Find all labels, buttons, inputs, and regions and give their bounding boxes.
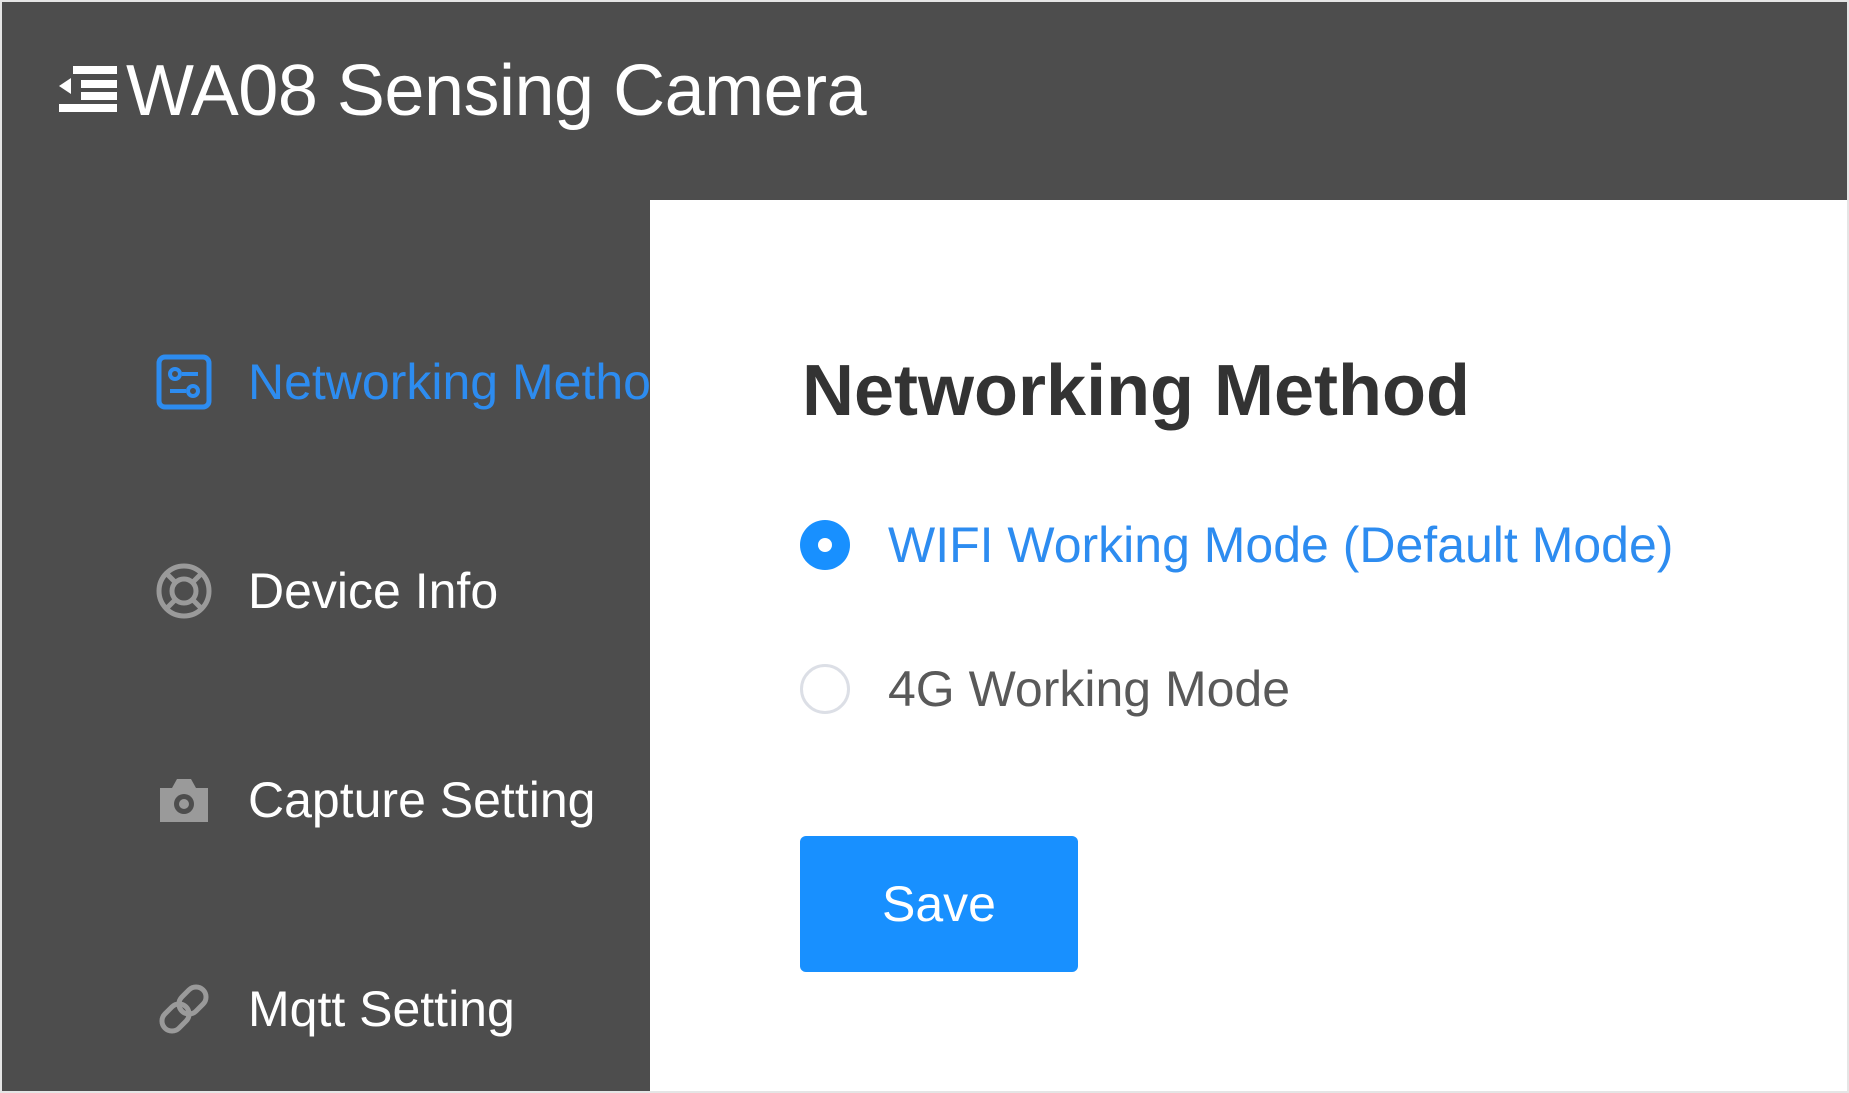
sidebar-item-label: Networking Method (248, 354, 650, 410)
radio-button-unchecked[interactable] (800, 664, 850, 714)
radio-option-4g[interactable]: 4G Working Mode (800, 654, 1290, 724)
settings-panel-icon (152, 350, 216, 414)
radio-option-wifi[interactable]: WIFI Working Mode (Default Mode) (800, 510, 1673, 580)
top-header: WA08 Sensing Camera (2, 2, 1847, 200)
app-title: WA08 Sensing Camera (126, 51, 867, 131)
menu-fold-icon[interactable] (59, 64, 119, 114)
lifebuoy-icon (152, 559, 216, 623)
sidebar-item-label: Capture Setting (248, 772, 596, 828)
sidebar-item-capture-setting[interactable]: Capture Setting (152, 760, 650, 840)
page-title: Networking Method (802, 351, 1470, 431)
radio-label: WIFI Working Mode (Default Mode) (888, 517, 1674, 573)
sidebar-item-mqtt-setting[interactable]: Mqtt Setting (152, 969, 650, 1049)
link-icon (152, 977, 216, 1041)
camera-icon (152, 768, 216, 832)
sidebar-item-label: Mqtt Setting (248, 981, 515, 1037)
save-button[interactable]: Save (800, 836, 1078, 972)
sidebar: Networking Method Device Info Capture Se… (2, 200, 650, 1091)
main-content: Networking Method WIFI Working Mode (Def… (650, 200, 1847, 1091)
sidebar-item-label: Device Info (248, 563, 499, 619)
radio-label: 4G Working Mode (888, 661, 1291, 717)
sidebar-item-device-info[interactable]: Device Info (152, 551, 650, 631)
sidebar-item-networking-method[interactable]: Networking Method (152, 342, 650, 422)
app-window: WA08 Sensing Camera Networking Method De… (0, 0, 1849, 1093)
radio-button-checked[interactable] (800, 520, 850, 570)
